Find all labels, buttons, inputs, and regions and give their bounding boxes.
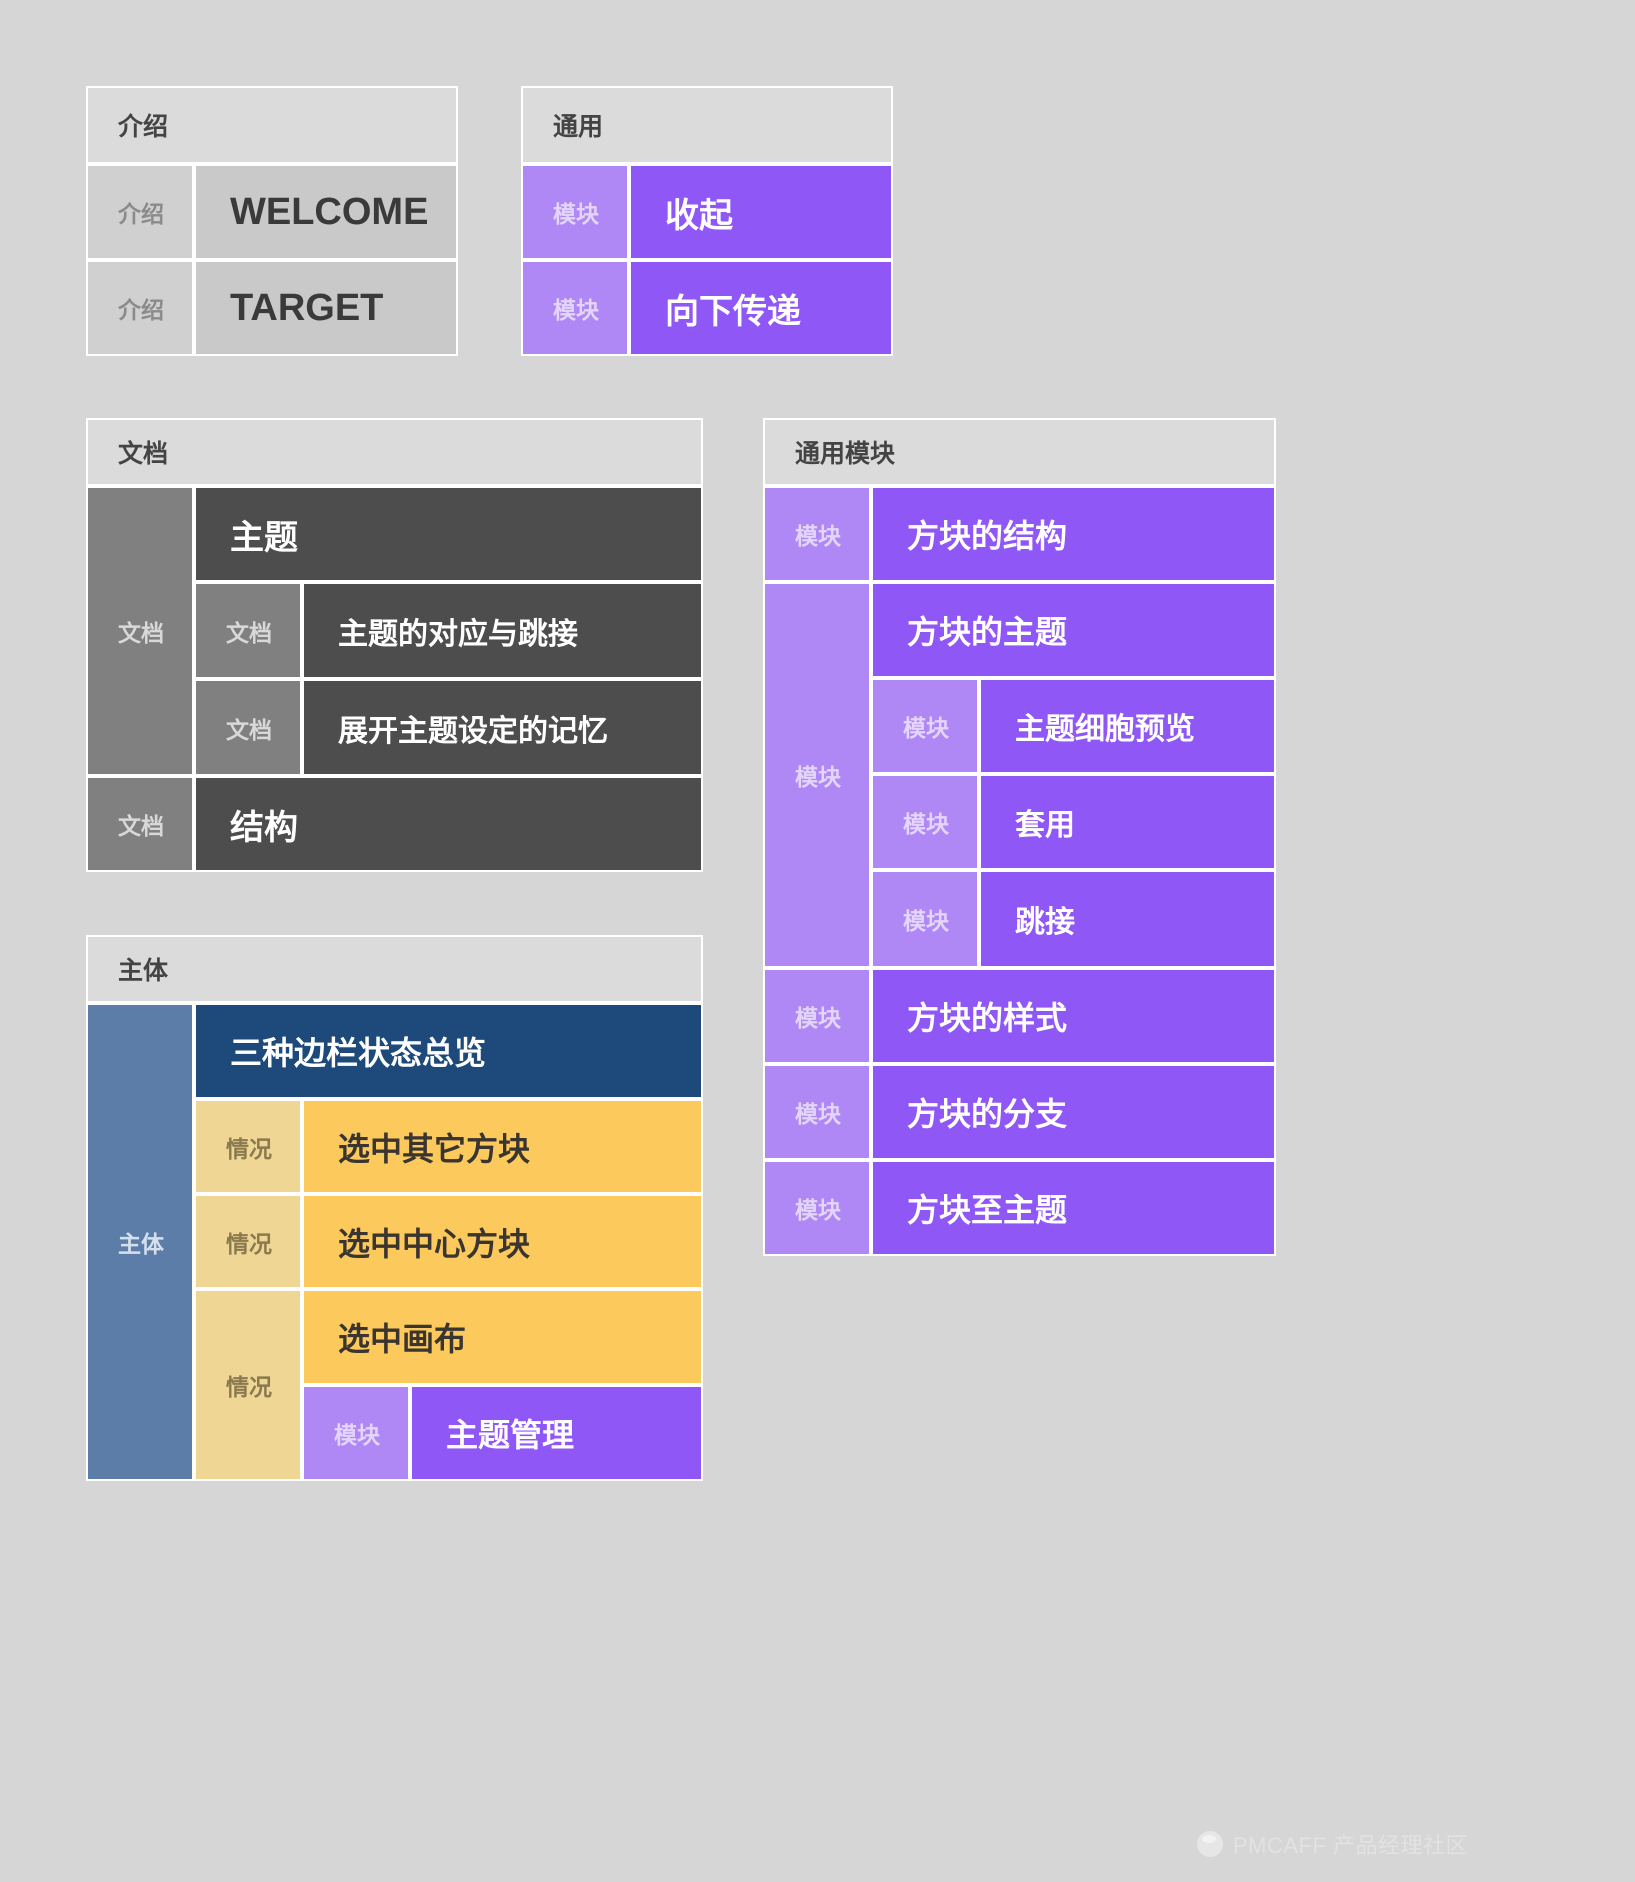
document-tag-memory: 文档 <box>194 679 302 776</box>
body-title-theme-manage: 主题管理 <box>410 1385 703 1481</box>
body-overview-title[interactable]: 三种边栏状态总览 <box>194 1003 703 1099</box>
common-tag-passdown: 模块 <box>521 260 629 356</box>
document-tag-mapping: 文档 <box>194 582 302 679</box>
panel-body: 主体 主体 三种边栏状态总览 情况 选中其它方块 情况 选中中心方块 情况 选中… <box>86 935 703 1481</box>
cm-row-style[interactable]: 模块 方块的样式 <box>763 968 1276 1064</box>
document-group: 文档 主题 文档 主题的对应与跳接 文档 展开主题设定的记忆 <box>86 486 703 776</box>
body-group-body: 三种边栏状态总览 情况 选中其它方块 情况 选中中心方块 情况 选中画布 模块 … <box>194 1003 703 1481</box>
cm-title-cell-preview: 主题细胞预览 <box>979 678 1276 774</box>
panel-body-header: 主体 <box>86 935 703 1003</box>
document-row-mapping[interactable]: 文档 主题的对应与跳接 <box>194 582 703 679</box>
cm-title-to-topic: 方块至主题 <box>871 1160 1276 1256</box>
intro-tag-target: 介绍 <box>86 260 194 356</box>
document-spine-tag: 文档 <box>86 486 194 776</box>
watermark: PMCAFF 产品经理社区 <box>1197 1828 1468 1860</box>
outline-canvas: 介绍 介绍 WELCOME 介绍 TARGET 通用 模块 收起 模块 向下传递… <box>0 0 1635 1882</box>
cm-tag-to-topic: 模块 <box>763 1160 871 1256</box>
body-title-canvas[interactable]: 选中画布 <box>302 1289 703 1385</box>
intro-title-welcome: WELCOME <box>194 164 458 260</box>
cm-title-jump: 跳接 <box>979 870 1276 968</box>
panel-common: 通用 模块 收起 模块 向下传递 <box>521 86 893 356</box>
pmcaff-logo-icon <box>1197 1831 1223 1857</box>
intro-title-target: TARGET <box>194 260 458 356</box>
cm-tag-branch: 模块 <box>763 1064 871 1160</box>
intro-row-welcome[interactable]: 介绍 WELCOME <box>86 164 458 260</box>
body-canvas-body: 选中画布 模块 主题管理 <box>302 1289 703 1481</box>
body-group: 主体 三种边栏状态总览 情况 选中其它方块 情况 选中中心方块 情况 选中画布 … <box>86 1003 703 1481</box>
body-tag-theme-manage: 模块 <box>302 1385 410 1481</box>
panel-common-header: 通用 <box>521 86 893 164</box>
common-row-collapse[interactable]: 模块 收起 <box>521 164 893 260</box>
panel-common-module: 通用模块 模块 方块的结构 模块 方块的主题 模块 主题细胞预览 模块 套用 模… <box>763 418 1276 1256</box>
document-title-structure: 结构 <box>194 776 703 872</box>
body-tag-other-block: 情况 <box>194 1099 302 1194</box>
cm-tag-apply: 模块 <box>871 774 979 870</box>
common-row-passdown[interactable]: 模块 向下传递 <box>521 260 893 356</box>
panel-document-header: 文档 <box>86 418 703 486</box>
watermark-text: PMCAFF 产品经理社区 <box>1233 1833 1469 1858</box>
document-row-memory[interactable]: 文档 展开主题设定的记忆 <box>194 679 703 776</box>
cm-tag-jump: 模块 <box>871 870 979 968</box>
intro-row-target[interactable]: 介绍 TARGET <box>86 260 458 356</box>
intro-tag-welcome: 介绍 <box>86 164 194 260</box>
document-title-mapping: 主题的对应与跳接 <box>302 582 703 679</box>
common-title-passdown: 向下传递 <box>629 260 893 356</box>
cm-group-topic: 模块 方块的主题 模块 主题细胞预览 模块 套用 模块 跳接 <box>763 582 1276 968</box>
body-spine-tag: 主体 <box>86 1003 194 1481</box>
document-tag-structure: 文档 <box>86 776 194 872</box>
cm-title-structure: 方块的结构 <box>871 486 1276 582</box>
cm-row-to-topic[interactable]: 模块 方块至主题 <box>763 1160 1276 1256</box>
body-tag-canvas: 情况 <box>194 1289 302 1481</box>
body-tag-center-block: 情况 <box>194 1194 302 1289</box>
cm-row-branch[interactable]: 模块 方块的分支 <box>763 1064 1276 1160</box>
cm-title-style: 方块的样式 <box>871 968 1276 1064</box>
cm-title-apply: 套用 <box>979 774 1276 870</box>
cm-group-spine-tag: 模块 <box>763 582 871 968</box>
panel-document: 文档 文档 主题 文档 主题的对应与跳接 文档 展开主题设定的记忆 文档 结构 <box>86 418 703 872</box>
document-group-body: 主题 文档 主题的对应与跳接 文档 展开主题设定的记忆 <box>194 486 703 776</box>
document-row-structure[interactable]: 文档 结构 <box>86 776 703 872</box>
document-topic-title[interactable]: 主题 <box>194 486 703 582</box>
panel-common-module-header: 通用模块 <box>763 418 1276 486</box>
body-row-theme-manage[interactable]: 模块 主题管理 <box>302 1385 703 1481</box>
cm-row-cell-preview[interactable]: 模块 主题细胞预览 <box>871 678 1276 774</box>
cm-row-structure[interactable]: 模块 方块的结构 <box>763 486 1276 582</box>
body-title-other-block: 选中其它方块 <box>302 1099 703 1194</box>
cm-row-jump[interactable]: 模块 跳接 <box>871 870 1276 968</box>
body-row-center-block[interactable]: 情况 选中中心方块 <box>194 1194 703 1289</box>
cm-row-apply[interactable]: 模块 套用 <box>871 774 1276 870</box>
panel-intro: 介绍 介绍 WELCOME 介绍 TARGET <box>86 86 458 356</box>
cm-title-branch: 方块的分支 <box>871 1064 1276 1160</box>
common-tag-collapse: 模块 <box>521 164 629 260</box>
body-row-other-block[interactable]: 情况 选中其它方块 <box>194 1099 703 1194</box>
panel-intro-header: 介绍 <box>86 86 458 164</box>
cm-tag-structure: 模块 <box>763 486 871 582</box>
cm-group-body: 方块的主题 模块 主题细胞预览 模块 套用 模块 跳接 <box>871 582 1276 968</box>
document-title-memory: 展开主题设定的记忆 <box>302 679 703 776</box>
cm-tag-cell-preview: 模块 <box>871 678 979 774</box>
cm-tag-style: 模块 <box>763 968 871 1064</box>
cm-group-head-title[interactable]: 方块的主题 <box>871 582 1276 678</box>
body-row-canvas: 情况 选中画布 模块 主题管理 <box>194 1289 703 1481</box>
common-title-collapse: 收起 <box>629 164 893 260</box>
body-title-center-block: 选中中心方块 <box>302 1194 703 1289</box>
